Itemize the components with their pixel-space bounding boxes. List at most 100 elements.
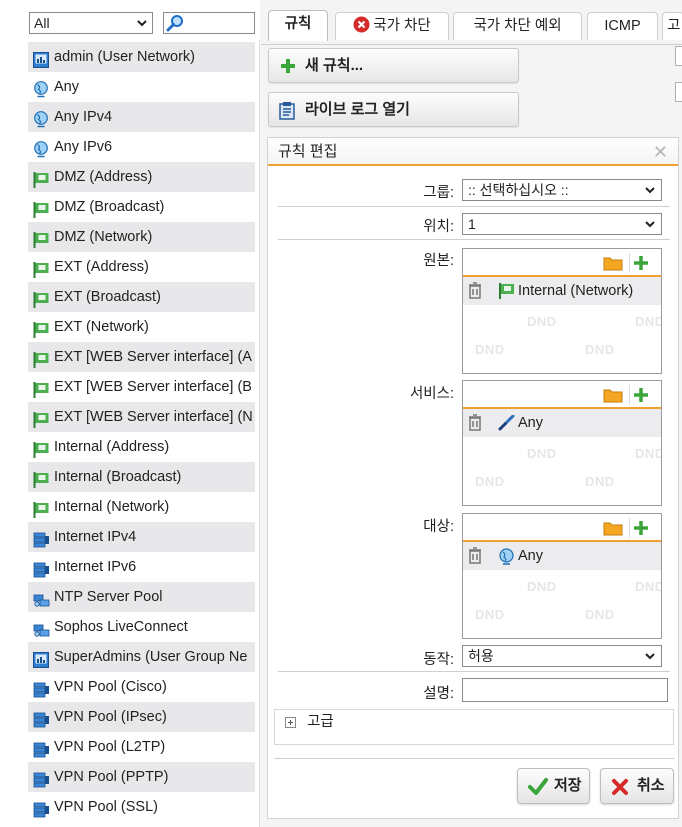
search-field[interactable]: [163, 12, 255, 34]
edit-rule-header: 규칙 편집: [268, 138, 678, 166]
close-icon[interactable]: ✕: [653, 143, 668, 161]
divider: [278, 206, 670, 207]
tab-advanced[interactable]: 고: [662, 12, 682, 40]
dnd-watermark: DND: [585, 342, 615, 357]
add-icon[interactable]: [633, 520, 649, 536]
trash-icon[interactable]: [468, 414, 482, 431]
globe-icon: [33, 109, 49, 128]
network-object-item[interactable]: VPN Pool (PPTP): [28, 762, 255, 792]
network-object-label: DMZ (Broadcast): [54, 199, 165, 215]
network-object-item[interactable]: SuperAdmins (User Group Ne: [28, 642, 255, 672]
group-select[interactable]: :: 선택하십시오 ::: [462, 179, 662, 201]
chevron-down-icon: [645, 653, 655, 660]
chevron-down-icon: [645, 187, 655, 194]
network-object-item[interactable]: NTP Server Pool: [28, 582, 255, 612]
network-object-label: VPN Pool (SSL): [54, 799, 158, 815]
network-object-item[interactable]: EXT [WEB Server interface] (B: [28, 372, 255, 402]
source-label: 원본:: [423, 253, 454, 269]
network-object-item[interactable]: Any IPv6: [28, 132, 255, 162]
interface-flag-icon: [33, 469, 49, 488]
edit-rule-panel: 규칙 편집 ✕ 그룹: :: 선택하십시오 :: 위치: 1 원본: Inter…: [267, 137, 679, 819]
network-object-label: Internal (Broadcast): [54, 469, 182, 485]
network-object-item[interactable]: Sophos LiveConnect: [28, 612, 255, 642]
source-item[interactable]: Internal (Network): [463, 277, 661, 305]
network-object-item[interactable]: EXT (Broadcast): [28, 282, 255, 312]
interface-flag-icon: [33, 229, 49, 248]
source-box[interactable]: Internal (Network) DND DND DND DND: [462, 248, 662, 374]
source-box-toolbar: [463, 249, 661, 277]
save-button[interactable]: 저장: [517, 768, 590, 804]
network-object-label: VPN Pool (L2TP): [54, 739, 166, 755]
service-item[interactable]: Any: [463, 409, 661, 437]
toolbar-separator: [629, 518, 630, 538]
interface-flag-icon: [33, 439, 49, 458]
folder-icon[interactable]: [603, 256, 623, 271]
tab-icmp[interactable]: ICMP: [587, 12, 658, 40]
open-live-log-button[interactable]: 라이브 로그 열기: [268, 92, 519, 127]
server-network-icon: [33, 529, 49, 548]
trash-icon[interactable]: [468, 282, 482, 299]
network-object-item[interactable]: admin (User Network): [28, 42, 255, 72]
network-object-item[interactable]: Internal (Address): [28, 432, 255, 462]
folder-icon[interactable]: [603, 521, 623, 536]
network-object-item[interactable]: Internal (Network): [28, 492, 255, 522]
cancel-button[interactable]: 취소: [600, 768, 674, 804]
interface-flag-icon: [33, 409, 49, 428]
add-icon[interactable]: [633, 255, 649, 271]
side-toggle-icon[interactable]: [675, 82, 682, 102]
action-label: 동작:: [423, 652, 454, 668]
edit-rule-title: 규칙 편집: [278, 143, 338, 160]
network-object-item[interactable]: DMZ (Network): [28, 222, 255, 252]
network-object-item[interactable]: VPN Pool (Cisco): [28, 672, 255, 702]
log-icon: [279, 102, 295, 120]
advanced-section[interactable]: 고급: [274, 709, 674, 745]
network-object-item[interactable]: VPN Pool (IPsec): [28, 702, 255, 732]
network-object-item[interactable]: Internet IPv4: [28, 522, 255, 552]
add-icon[interactable]: [633, 387, 649, 403]
dnd-watermark: DND: [527, 579, 557, 594]
network-object-label: Internet IPv6: [54, 559, 137, 575]
dnd-watermark: DND: [585, 607, 615, 622]
cancel-x-icon: [612, 779, 628, 795]
trash-icon[interactable]: [468, 547, 482, 564]
network-object-item[interactable]: VPN Pool (L2TP): [28, 732, 255, 762]
filter-select[interactable]: All: [29, 12, 153, 34]
network-object-item[interactable]: EXT [WEB Server interface] (A: [28, 342, 255, 372]
network-object-item[interactable]: DMZ (Address): [28, 162, 255, 192]
network-object-item[interactable]: EXT (Network): [28, 312, 255, 342]
dnd-watermark: DND: [475, 342, 505, 357]
dnd-watermark: DND: [475, 607, 505, 622]
plus-icon: [281, 59, 295, 73]
position-select[interactable]: 1: [462, 213, 662, 235]
network-object-label: EXT (Broadcast): [54, 289, 161, 305]
network-object-item[interactable]: Any: [28, 72, 255, 102]
network-object-item[interactable]: Internet IPv6: [28, 552, 255, 582]
tab-country-blocking[interactable]: 국가 차단: [335, 12, 449, 40]
toolbar-separator: [629, 253, 630, 273]
network-object-item[interactable]: VPN Pool (SSL): [28, 792, 255, 822]
network-object-label: Any IPv4: [54, 109, 113, 125]
service-box[interactable]: Any DND DND DND DND: [462, 380, 662, 506]
filter-value: All: [34, 15, 50, 31]
action-select[interactable]: 허용: [462, 645, 662, 667]
position-label: 위치:: [423, 219, 454, 235]
network-object-item[interactable]: Internal (Broadcast): [28, 462, 255, 492]
interface-flag-icon: [33, 499, 49, 518]
network-object-item[interactable]: Any IPv4: [28, 102, 255, 132]
side-toggle-icon[interactable]: [675, 46, 682, 66]
destination-box[interactable]: Any DND DND DND DND: [462, 513, 662, 639]
tab-country-blocking-exceptions[interactable]: 국가 차단 예외: [453, 12, 582, 40]
service-box-toolbar: [463, 381, 661, 409]
destination-item[interactable]: Any: [463, 542, 661, 570]
new-rule-button[interactable]: 새 규칙...: [268, 48, 519, 83]
comment-input[interactable]: [462, 678, 668, 702]
network-object-label: DMZ (Network): [54, 229, 153, 245]
dnd-watermark: DND: [475, 474, 505, 489]
network-object-label: SuperAdmins (User Group Ne: [54, 649, 248, 665]
tab-rules[interactable]: 규칙: [268, 10, 328, 41]
expand-icon[interactable]: [285, 717, 296, 728]
network-object-item[interactable]: DMZ (Broadcast): [28, 192, 255, 222]
network-object-item[interactable]: EXT (Address): [28, 252, 255, 282]
folder-icon[interactable]: [603, 388, 623, 403]
network-object-item[interactable]: EXT [WEB Server interface] (N: [28, 402, 255, 432]
